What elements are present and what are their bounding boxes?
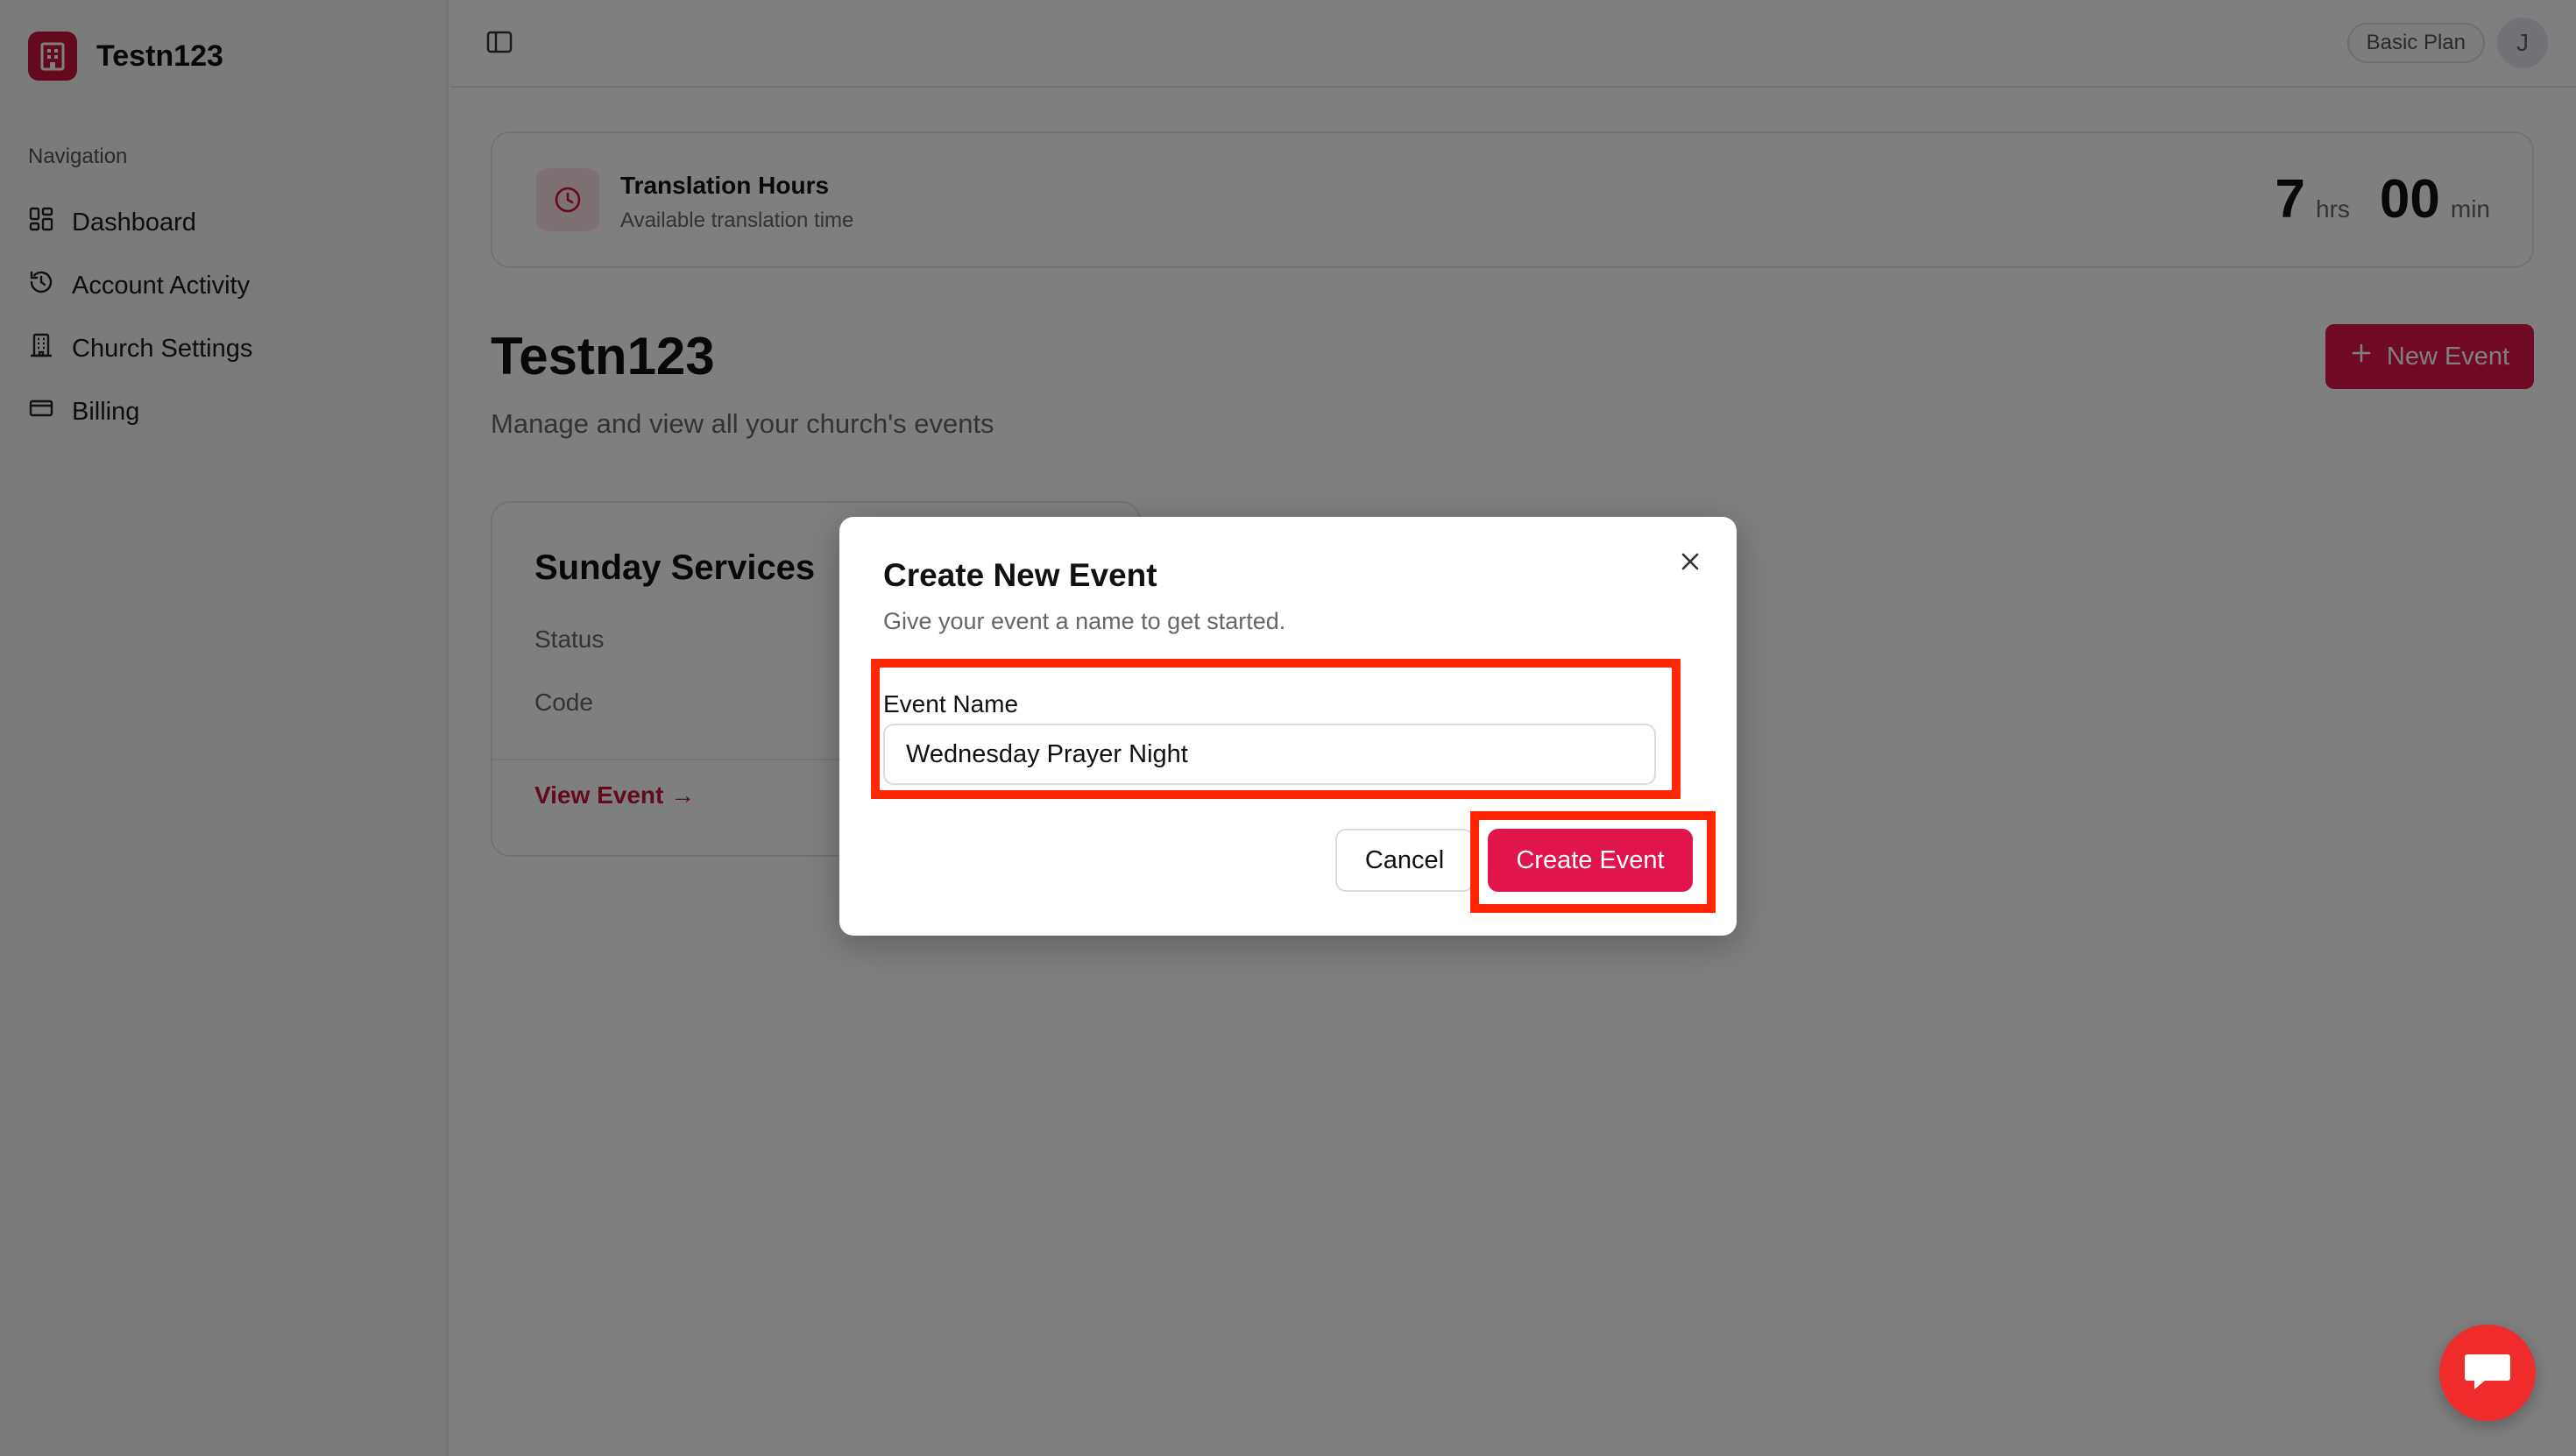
create-event-dialog: Create New Event Give your event a name …	[839, 517, 1737, 936]
dialog-subtitle: Give your event a name to get started.	[883, 608, 1286, 634]
event-name-label: Event Name	[883, 690, 1019, 717]
close-icon[interactable]	[1677, 548, 1703, 575]
create-event-button[interactable]: Create Event	[1488, 829, 1693, 892]
dialog-title: Create New Event	[883, 557, 1157, 593]
chat-widget-button[interactable]	[2439, 1325, 2536, 1421]
event-name-input[interactable]	[883, 724, 1656, 785]
cancel-button[interactable]: Cancel	[1335, 829, 1474, 892]
app-root: Testn123 Navigation Dashboard Account Ac…	[0, 0, 2576, 1456]
chat-bubble-icon	[2462, 1349, 2513, 1397]
